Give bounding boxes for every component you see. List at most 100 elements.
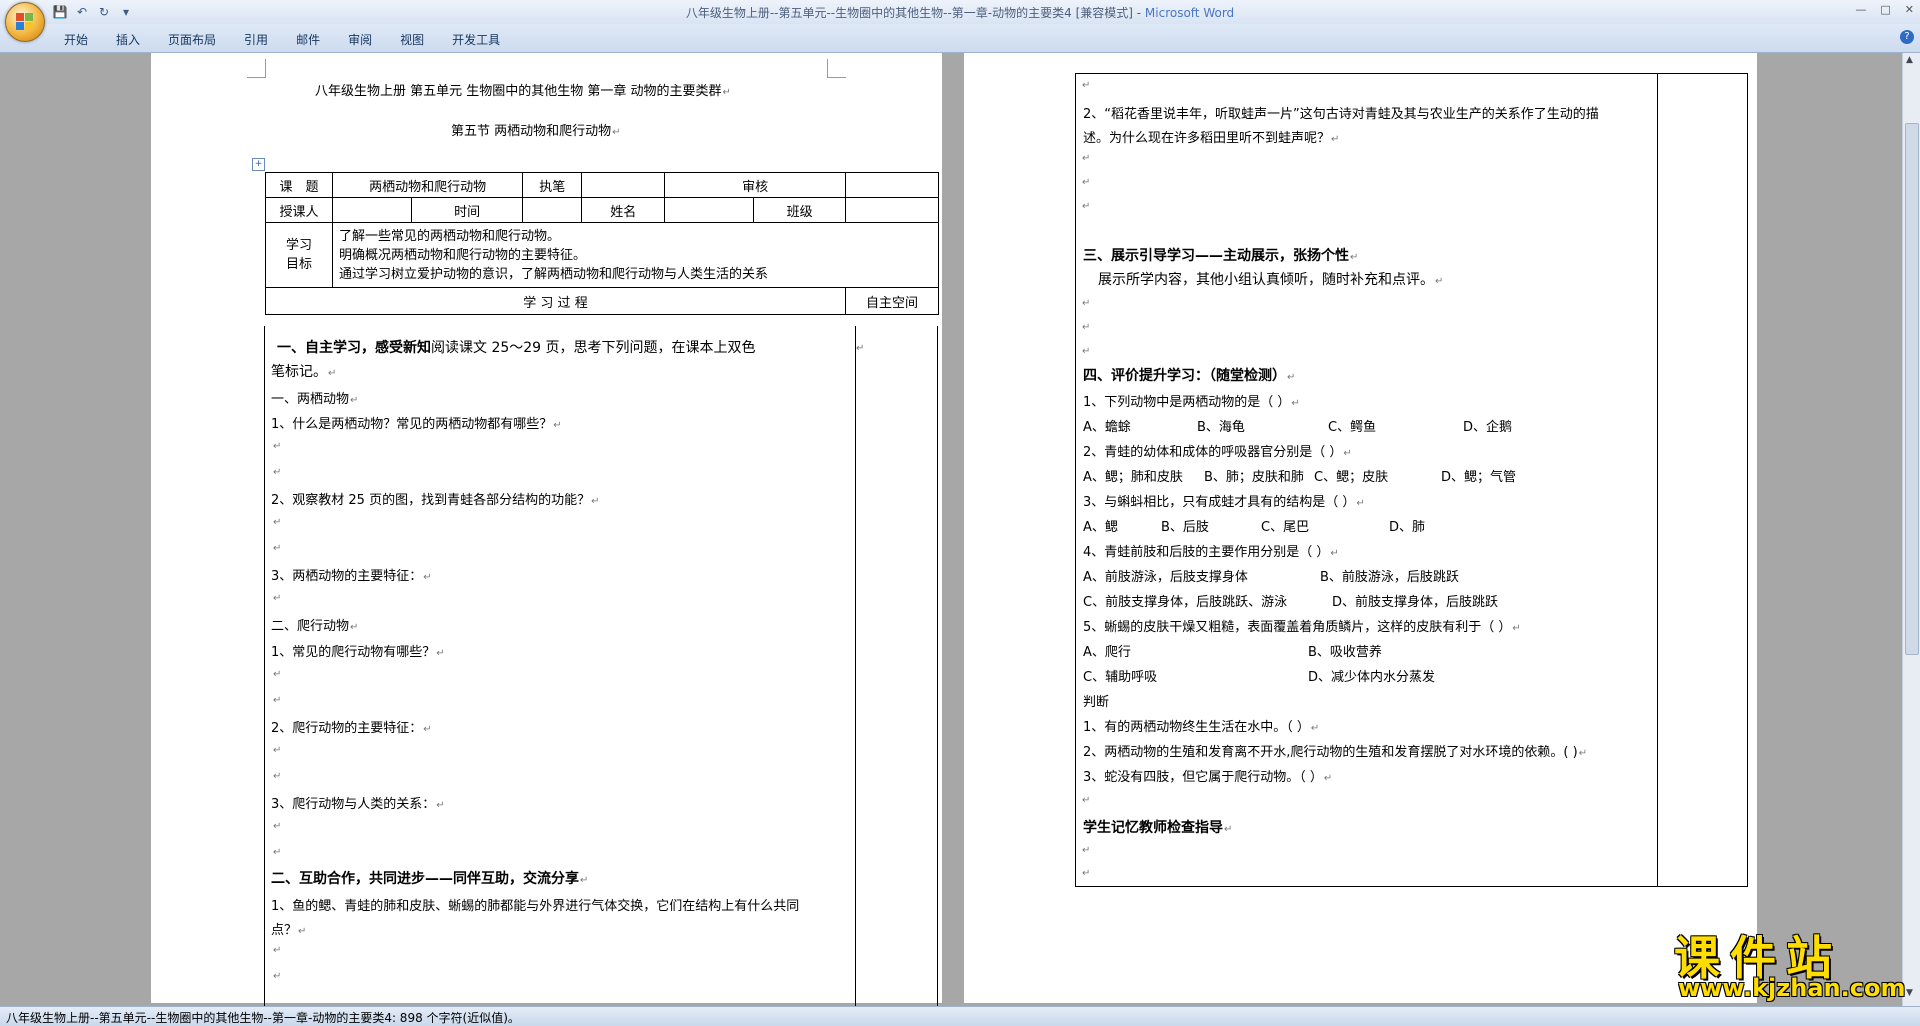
tab-review[interactable]: 审阅	[334, 31, 386, 48]
tab-home[interactable]: 开始	[50, 31, 102, 48]
teacher-value[interactable]	[332, 197, 412, 223]
name-value[interactable]	[664, 197, 755, 223]
self-study-line-2: 笔标记。↵	[271, 364, 337, 380]
cooperation-question-1-end: 点？↵	[271, 923, 307, 938]
objective-1: 了解一些常见的两栖动物和爬行动物。	[339, 228, 561, 244]
objectives-label: 学习 目标	[265, 222, 333, 288]
ribbon-tabs: 开始 插入 页面布局 引用 邮件 审阅 视图 开发工具	[50, 31, 514, 48]
time-label: 时间	[410, 197, 524, 223]
judge-question-1: 1、有的两栖动物终生生活在水中。（ ）↵	[1083, 720, 1320, 735]
option-2b: B、肺；皮肤和肺	[1204, 470, 1304, 485]
lesson-section-title: 第五节 两栖动物和爬行动物↵	[451, 124, 621, 139]
reviewer-value[interactable]	[845, 172, 939, 198]
quiz-question-1: 1、下列动物中是两栖动物的是（ ）↵	[1083, 395, 1300, 410]
teacher-label: 授课人	[265, 197, 333, 223]
lesson-info-table: 课 题 两栖动物和爬行动物 执笔 审核 授课人 时间 姓名 班级 学习 目标 了…	[265, 172, 939, 315]
frog-question: 2、“稻花香里说丰年，听取蛙声一片”这句古诗对青蛙及其与农业生产的关系作了生动的…	[1083, 107, 1599, 122]
option-4d: D、前肢支撑身体，后肢跳跃	[1332, 595, 1499, 610]
showcase-title: 三、展示引导学习——主动展示，张扬个性↵	[1083, 248, 1359, 264]
option-4c: C、前肢支撑身体，后肢跳跃、游泳	[1083, 595, 1288, 610]
help-icon[interactable]: ?	[1900, 30, 1914, 44]
option-5a: A、爬行	[1083, 645, 1131, 660]
tab-references[interactable]: 引用	[230, 31, 282, 48]
cooperation-title: 二、互助合作，共同进步——同伴互助，交流分享↵	[271, 871, 589, 887]
office-button[interactable]	[5, 2, 45, 42]
option-1d: D、企鹅	[1463, 420, 1513, 435]
amphibian-question-1: 1、什么是两栖动物？常见的两栖动物都有哪些？↵	[271, 417, 562, 432]
topic-value: 两栖动物和爬行动物	[331, 172, 524, 198]
class-value[interactable]	[845, 197, 939, 223]
self-study-line: 一、自主学习，感受新知阅读课文 25～29 页，思考下列问题，在课本上双色	[277, 340, 756, 356]
quiz-question-5: 5、蜥蜴的皮肤干燥又粗糙，表面覆盖着角质鳞片，这样的皮肤有利于（ ）↵	[1083, 620, 1521, 635]
tab-developer[interactable]: 开发工具	[438, 31, 514, 48]
judge-question-3: 3、蛇没有四肢，但它属于爬行动物。（ ）↵	[1083, 770, 1333, 785]
option-2c: C、鳃；皮肤	[1314, 470, 1389, 485]
tab-view[interactable]: 视图	[386, 31, 438, 48]
close-icon[interactable]: ✕	[1905, 3, 1914, 16]
objective-2: 明确概况两栖动物和爬行动物的主要特征。	[339, 247, 587, 263]
option-3a: A、鳃	[1083, 520, 1118, 535]
option-3d: D、肺	[1389, 520, 1426, 535]
objective-3: 通过学习树立爱护动物的意识，了解两栖动物和爬行动物与人类生活的关系	[339, 266, 769, 282]
table-move-handle-icon[interactable]: +	[252, 158, 265, 171]
document-workspace: 八年级生物上册 第五单元 生物圈中的其他生物 第一章 动物的主要类群↵ 第五节 …	[0, 53, 1903, 1006]
vertical-scrollbar[interactable]: ▲ ▼	[1902, 53, 1920, 1006]
objectives-cell: 了解一些常见的两栖动物和爬行动物。 明确概况两栖动物和爬行动物的主要特征。 通过…	[332, 222, 939, 288]
option-1c: C、鳄鱼	[1328, 420, 1377, 435]
memory-guide-title: 学生记忆教师检查指导↵	[1083, 820, 1233, 836]
window-controls: — □ ✕	[1855, 3, 1914, 16]
scroll-up-icon[interactable]: ▲	[1906, 55, 1913, 65]
name-label: 姓名	[581, 197, 666, 223]
option-5c: C、辅助呼吸	[1083, 670, 1158, 685]
quiz-question-3: 3、与蝌蚪相比，只有成蛙才具有的结构是（ ）↵	[1083, 495, 1365, 510]
ribbon: 开始 插入 页面布局 引用 邮件 审阅 视图 开发工具 ?	[0, 24, 1920, 53]
cooperation-question-1: 1、鱼的鳃、青蛙的肺和皮肤、蜥蜴的肺都能与外界进行气体交换，它们在结构上有什么共…	[271, 899, 800, 914]
option-2d: D、鳃；气管	[1441, 470, 1517, 485]
reptile-title: 二、爬行动物↵	[271, 619, 359, 634]
amphibian-title: 一、两栖动物↵	[271, 392, 359, 407]
amphibian-question-3: 3、两栖动物的主要特征：↵	[271, 569, 432, 584]
judge-title: 判断	[1083, 695, 1110, 710]
option-3b: B、后肢	[1161, 520, 1209, 535]
option-5d: D、减少体内水分蒸发	[1308, 670, 1436, 685]
tab-mailings[interactable]: 邮件	[282, 31, 334, 48]
scrollbar-thumb[interactable]	[1905, 123, 1919, 655]
option-3c: C、尾巴	[1261, 520, 1310, 535]
amphibian-question-2: 2、观察教材 25 页的图，找到青蛙各部分结构的功能？↵	[271, 493, 600, 508]
office-logo-icon	[16, 13, 34, 31]
watermark-url: www.kjzhan.com	[1678, 974, 1906, 1002]
writer-value[interactable]	[581, 172, 666, 198]
document-page-1[interactable]: 八年级生物上册 第五单元 生物圈中的其他生物 第一章 动物的主要类群↵ 第五节 …	[151, 53, 942, 1006]
option-4b: B、前肢游泳，后肢跳跃	[1320, 570, 1459, 585]
option-5b: B、吸收营养	[1308, 645, 1382, 660]
quiz-question-2: 2、青蛙的幼体和成体的呼吸器官分别是（ ）↵	[1083, 445, 1352, 460]
judge-question-2: 2、两栖动物的生殖和发育离不开水,爬行动物的生殖和发育摆脱了对水环境的依赖。( …	[1083, 745, 1588, 760]
title-bar: 💾 ↶ ↻ ▾ 八年级生物上册--第五单元--生物圈中的其他生物--第一章-动物…	[0, 0, 1920, 25]
option-4a: A、前肢游泳，后肢支撑身体	[1083, 570, 1248, 585]
space-header: 自主空间	[845, 287, 939, 315]
option-2a: A、鳃；肺和皮肤	[1083, 470, 1183, 485]
minimize-icon[interactable]: —	[1855, 3, 1866, 16]
option-1a: A、蟾蜍	[1083, 420, 1131, 435]
tab-insert[interactable]: 插入	[102, 31, 154, 48]
tab-page-layout[interactable]: 页面布局	[154, 31, 230, 48]
quiz-question-4: 4、青蛙前肢和后肢的主要作用分别是（ ）↵	[1083, 545, 1339, 560]
maximize-icon[interactable]: □	[1880, 3, 1890, 16]
page-header: 八年级生物上册 第五单元 生物圈中的其他生物 第一章 动物的主要类群↵	[315, 84, 731, 99]
topic-label: 课 题	[265, 172, 333, 198]
process-header: 学 习 过 程	[265, 287, 846, 315]
status-bar: 八年级生物上册--第五单元--生物圈中的其他生物--第一章-动物的主要类4: 8…	[0, 1006, 1920, 1026]
class-label: 班级	[753, 197, 846, 223]
quiz-title: 四、评价提升学习：（随堂检测）↵	[1083, 368, 1296, 384]
reptile-question-2: 2、爬行动物的主要特征：↵	[271, 721, 432, 736]
writer-label: 执笔	[522, 172, 583, 198]
reptile-question-3: 3、爬行动物与人类的关系：↵	[271, 797, 445, 812]
kjzhan-watermark: 课件站 www.kjzhan.com	[1668, 922, 1908, 1007]
time-value[interactable]	[522, 197, 583, 223]
document-page-2[interactable]: ↵ 2、“稻花香里说丰年，听取蛙声一片”这句古诗对青蛙及其与农业生产的关系作了生…	[964, 53, 1757, 1003]
window-title: 八年级生物上册--第五单元--生物圈中的其他生物--第一章-动物的主要类4 [兼…	[685, 6, 1235, 20]
reptile-question-1: 1、常见的爬行动物有哪些？↵	[271, 645, 445, 660]
option-1b: B、海龟	[1197, 420, 1245, 435]
status-text: 八年级生物上册--第五单元--生物圈中的其他生物--第一章-动物的主要类4: 8…	[6, 1011, 520, 1025]
showcase-text: 展示所学内容，其他小组认真倾听，随时补充和点评。↵	[1098, 272, 1444, 288]
